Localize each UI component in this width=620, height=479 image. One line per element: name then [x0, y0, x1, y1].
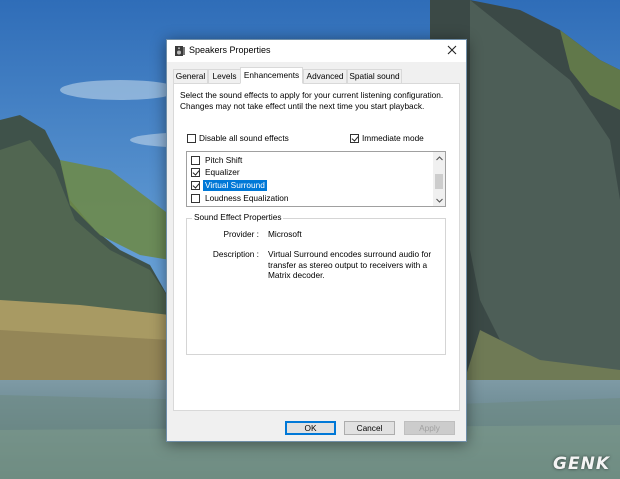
tab-levels[interactable]: Levels	[208, 69, 241, 83]
tab-advanced[interactable]: Advanced	[303, 69, 347, 83]
scroll-down-arrow[interactable]	[433, 195, 445, 205]
tab-enhancements[interactable]: Enhancements	[240, 67, 303, 84]
checkbox-box[interactable]	[191, 193, 200, 203]
chevron-up-icon	[435, 153, 443, 163]
provider-value: Microsoft	[268, 229, 302, 239]
effect-label: Loudness Equalization	[205, 192, 289, 203]
speaker-icon	[174, 45, 186, 57]
effect-label: Equalizer	[205, 166, 240, 177]
checkbox-label: Disable all sound effects	[199, 133, 289, 143]
checkbox-box[interactable]	[191, 155, 200, 165]
provider-label: Provider :	[223, 229, 259, 239]
apply-button[interactable]: Apply	[404, 421, 455, 435]
speakers-properties-dialog: Speakers Properties General Levels Enhan…	[166, 39, 467, 442]
ok-button[interactable]: OK	[285, 421, 336, 435]
intro-text: Select the sound effects to apply for yo…	[180, 90, 444, 111]
list-item[interactable]: Pitch Shift	[191, 154, 244, 166]
close-icon	[447, 45, 457, 57]
tab-general[interactable]: General	[173, 69, 208, 83]
immediate-mode-checkbox[interactable]: Immediate mode	[350, 133, 424, 143]
window-title: Speakers Properties	[189, 45, 271, 55]
description-value: Virtual Surround encodes surround audio …	[268, 249, 432, 280]
list-item[interactable]: Virtual Surround	[191, 179, 267, 191]
scroll-up-arrow[interactable]	[433, 153, 445, 163]
group-legend: Sound Effect Properties	[192, 212, 284, 222]
effects-list[interactable]: Pitch Shift Equalizer Virtual Surround L…	[186, 151, 446, 207]
tab-spatial-sound[interactable]: Spatial sound	[347, 69, 402, 83]
list-item[interactable]: Equalizer	[191, 166, 242, 178]
cancel-button[interactable]: Cancel	[344, 421, 395, 435]
genk-watermark: GENK	[553, 454, 610, 474]
list-scrollbar[interactable]	[433, 152, 445, 206]
scroll-thumb[interactable]	[435, 174, 443, 189]
effect-label: Virtual Surround	[203, 179, 267, 191]
description-label: Description :	[212, 249, 259, 259]
disable-all-effects-checkbox[interactable]: Disable all sound effects	[187, 133, 289, 143]
checkbox-box[interactable]	[350, 133, 359, 143]
effect-label: Pitch Shift	[205, 154, 243, 165]
title-bar[interactable]: Speakers Properties	[167, 40, 466, 62]
checkbox-box[interactable]	[187, 133, 196, 143]
list-item[interactable]: Loudness Equalization	[191, 192, 291, 204]
close-button[interactable]	[438, 40, 466, 62]
checkbox-box[interactable]	[191, 180, 200, 190]
checkbox-label: Immediate mode	[362, 133, 424, 143]
checkbox-box[interactable]	[191, 167, 200, 177]
chevron-down-icon	[435, 195, 443, 205]
